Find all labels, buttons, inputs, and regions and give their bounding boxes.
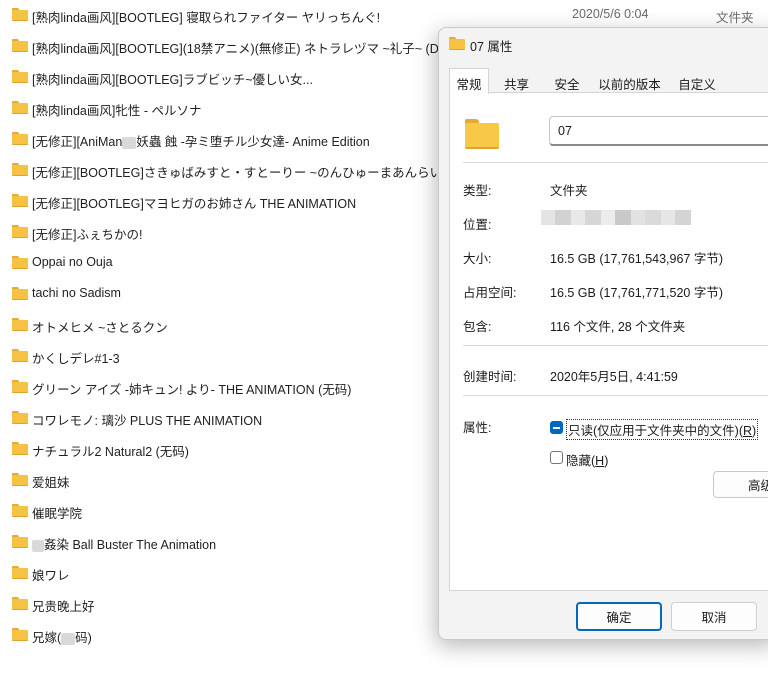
created-label: 创建时间: — [463, 370, 517, 384]
file-name: 娘ワレ — [32, 569, 70, 583]
folder-icon — [12, 411, 28, 424]
folder-icon — [12, 535, 28, 548]
dialog-titlebar[interactable]: 07 属性 — [439, 28, 768, 60]
tab-strip: 常规 共享 安全 以前的版本 自定义 — [449, 68, 768, 94]
redacted-text — [122, 136, 137, 149]
file-name: 兄嫁(码) — [32, 631, 92, 645]
file-name: [无修正][BOOTLEG]マヨヒガのお姉さん THE ANIMATION — [32, 197, 357, 211]
redacted-text — [32, 539, 44, 552]
ok-button[interactable]: 确定 — [576, 602, 662, 631]
tab-customize[interactable]: 自定义 — [669, 68, 725, 93]
size-value: 16.5 GB (17,761,543,967 字节) — [550, 252, 724, 266]
file-name: [无修正][BOOTLEG]さきゅばみすと・すとーりー ~のんひゅーまあんらいぶ — [32, 166, 455, 180]
advanced-button[interactable]: 高级 — [713, 471, 768, 498]
folder-icon — [12, 504, 28, 517]
file-name: tachi no Sadism — [32, 286, 121, 300]
folder-icon — [12, 101, 28, 114]
folder-icon — [12, 194, 28, 207]
tab-general[interactable]: 常规 — [449, 68, 489, 94]
folder-icon — [12, 256, 28, 269]
folder-icon — [12, 380, 28, 393]
divider — [463, 345, 768, 346]
disk-size-value: 16.5 GB (17,761,771,520 字节) — [550, 286, 724, 300]
folder-icon — [12, 566, 28, 579]
redacted-text — [61, 632, 76, 645]
tab-previous-versions[interactable]: 以前的版本 — [590, 68, 669, 93]
folder-name-input[interactable] — [549, 116, 768, 146]
contains-value: 116 个文件, 28 个文件夹 — [550, 320, 686, 334]
divider — [463, 162, 768, 163]
file-date: 2020/5/6 0:04 — [572, 7, 649, 21]
size-label: 大小: — [463, 252, 492, 266]
readonly-label[interactable]: 只读(仅应用于文件夹中的文件)(R) — [566, 419, 759, 440]
attributes-label: 属性: — [463, 421, 492, 435]
file-name: 催眠学院 — [32, 507, 83, 521]
hidden-label[interactable]: 隐藏(H) — [566, 450, 608, 469]
folder-icon — [12, 628, 28, 641]
contains-label: 包含: — [463, 320, 492, 334]
file-name: コワレモノ: 璃沙 PLUS THE ANIMATION — [32, 414, 263, 428]
disk-size-label: 占用空间: — [463, 286, 517, 300]
type-label: 类型: — [463, 184, 492, 198]
tab-security[interactable]: 安全 — [544, 68, 590, 93]
file-name: グリーン アイズ -姉キュン! より- THE ANIMATION (无码) — [32, 383, 352, 397]
file-name: [熟肉linda画风]牝性 - ペルソナ — [32, 104, 202, 118]
file-name: [熟肉linda画风][BOOTLEG] 寝取られファイター ヤリっちんぐ! — [32, 11, 381, 25]
file-name: オトメヒメ ~さとるクン — [32, 321, 168, 335]
folder-icon — [12, 225, 28, 238]
tab-sharing[interactable]: 共享 — [489, 68, 544, 93]
readonly-checkbox[interactable] — [550, 421, 563, 434]
file-name: かくしデレ#1-3 — [32, 352, 120, 366]
hidden-checkbox[interactable] — [550, 451, 563, 464]
location-value-redacted — [541, 210, 691, 225]
file-type: 文件夹 — [716, 11, 754, 25]
type-value: 文件夹 — [550, 184, 588, 198]
folder-icon — [12, 349, 28, 362]
location-label: 位置: — [463, 218, 492, 232]
folder-icon — [12, 442, 28, 455]
file-name: [无修正]ふぇちかの! — [32, 228, 143, 242]
file-name: [熟肉linda画风][BOOTLEG](18禁アニメ)(無修正) ネトラレヅマ… — [32, 42, 439, 56]
file-name: 爱姐妹 — [32, 476, 70, 490]
folder-icon — [12, 597, 28, 610]
folder-icon — [12, 70, 28, 83]
properties-dialog: 07 属性 常规 共享 安全 以前的版本 自定义 类型: 文件夹 位置: 大小:… — [438, 27, 768, 640]
folder-icon — [12, 318, 28, 331]
created-value: 2020年5月5日, 4:41:59 — [550, 370, 678, 384]
general-panel: 类型: 文件夹 位置: 大小: 16.5 GB (17,761,543,967 … — [449, 92, 768, 591]
cancel-button[interactable]: 取消 — [671, 602, 757, 631]
tab-strip-filler — [725, 68, 768, 93]
file-name: 姦染 Ball Buster The Animation — [32, 534, 216, 553]
file-name: [无修正][AniMan 妖蟲 蝕 -孕ミ堕チル少女達- Anime Editio… — [32, 135, 370, 149]
file-name: 兄贵晚上好 — [32, 600, 95, 614]
folder-icon — [449, 37, 465, 50]
folder-icon — [12, 39, 28, 52]
folder-icon-large — [465, 119, 499, 149]
file-name: Oppai no Ouja — [32, 255, 113, 269]
folder-icon — [12, 132, 28, 145]
file-name: ナチュラル2 Natural2 (无码) — [32, 445, 189, 459]
dialog-title: 07 属性 — [470, 40, 513, 54]
divider — [463, 395, 768, 396]
folder-icon — [12, 163, 28, 176]
folder-icon — [12, 8, 28, 21]
folder-icon — [12, 287, 28, 300]
folder-icon — [12, 473, 28, 486]
dialog-footer: 确定 取消 — [439, 591, 768, 639]
file-name: [熟肉linda画风][BOOTLEG]ラブビッチ~優しい女... — [32, 73, 313, 87]
